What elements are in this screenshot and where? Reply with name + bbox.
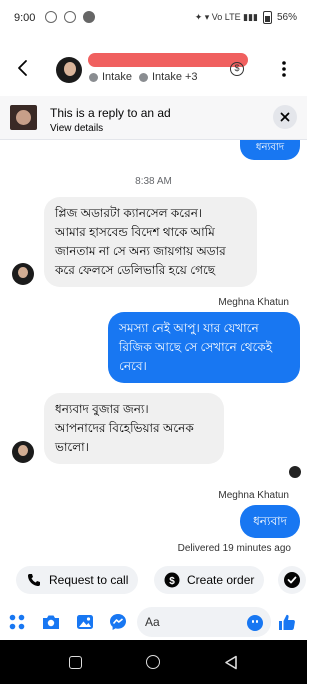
more-quick-action-button[interactable] xyxy=(278,566,306,594)
home-button[interactable] xyxy=(146,655,160,669)
view-details-link[interactable]: View details xyxy=(50,123,103,134)
notification-app-icon xyxy=(45,11,57,23)
delivery-status: Delivered 19 minutes ago xyxy=(177,543,291,554)
request-to-call-button[interactable]: Request to call xyxy=(16,566,139,594)
message-composer xyxy=(0,604,307,640)
status-bar: 9:00 ✦ ▾ Vo LTE ▮▮▮ 56% xyxy=(0,0,307,40)
outgoing-message[interactable]: ধন্যবাদ xyxy=(240,505,300,538)
outgoing-message-partial[interactable]: ধন্যবাদ xyxy=(240,140,300,160)
menu-grid-icon[interactable] xyxy=(7,612,27,632)
label-intake-more: Intake +3 xyxy=(151,71,198,83)
recent-apps-button[interactable] xyxy=(69,656,82,669)
incoming-message[interactable]: ধন্যবাদ বুজার জন্য। আপনাদের বিহেভিয়ার অ… xyxy=(44,393,224,464)
dollar-icon[interactable]: $ xyxy=(230,62,244,76)
status-time: 9:00 xyxy=(14,12,36,24)
dollar-circle-icon: $ xyxy=(164,572,180,588)
facebook-icon xyxy=(83,11,95,23)
message-timestamp: 8:38 AM xyxy=(135,176,172,187)
chat-header: Intake Intake +3 $ xyxy=(0,40,307,96)
ad-thumbnail xyxy=(10,105,37,130)
signal-text: Vo LTE xyxy=(211,12,241,22)
more-options-icon[interactable] xyxy=(276,58,292,80)
battery-percent: 56% xyxy=(276,12,297,23)
check-icon xyxy=(284,572,300,588)
close-ad-button[interactable] xyxy=(273,105,297,129)
contact-avatar-small xyxy=(12,263,34,285)
back-arrow-icon[interactable] xyxy=(16,58,30,78)
label-intake: Intake xyxy=(102,71,132,83)
thumbs-up-icon[interactable] xyxy=(277,612,297,632)
contact-avatar-small xyxy=(12,441,34,463)
emoji-icon[interactable] xyxy=(247,615,263,631)
sync-icon xyxy=(64,11,76,23)
notification-icons xyxy=(45,11,95,23)
svg-text:$: $ xyxy=(169,576,175,587)
label-dot-icon xyxy=(89,72,98,82)
create-order-label: Create order xyxy=(187,573,255,587)
photo-icon[interactable] xyxy=(75,612,95,632)
request-to-call-label: Request to call xyxy=(49,573,129,587)
signal-icons: ✦ ▾ Vo LTE ▮▮▮ xyxy=(194,12,258,22)
system-navigation-bar xyxy=(0,640,307,684)
close-icon xyxy=(280,112,290,122)
contact-labels[interactable]: Intake Intake +3 xyxy=(89,71,198,83)
battery-icon xyxy=(262,11,272,24)
contact-name-redacted[interactable] xyxy=(88,53,248,67)
outgoing-message[interactable]: সমস্যা নেই আপু। যার যেখানে রিজিক আছে সে … xyxy=(108,312,300,383)
ad-reply-banner[interactable]: This is a reply to an ad View details xyxy=(0,96,307,140)
incoming-message[interactable]: প্লিজ অডারটা ক্যানসেল করেন। আমার হাসবেন্… xyxy=(44,197,257,287)
messenger-icon[interactable] xyxy=(108,612,128,632)
create-order-button[interactable]: $ Create order xyxy=(154,566,265,594)
label-dot-icon xyxy=(138,72,148,82)
contact-avatar[interactable] xyxy=(56,57,82,83)
sender-name: Meghna Khatun xyxy=(218,490,289,501)
sender-name: Meghna Khatun xyxy=(218,297,289,308)
seen-avatar xyxy=(289,466,301,478)
system-back-icon[interactable] xyxy=(224,655,238,670)
system-status: ✦ ▾ Vo LTE ▮▮▮ 56% xyxy=(195,11,297,24)
phone-icon xyxy=(28,574,40,586)
camera-icon[interactable] xyxy=(41,612,61,632)
ad-banner-title: This is a reply to an ad xyxy=(50,106,171,120)
